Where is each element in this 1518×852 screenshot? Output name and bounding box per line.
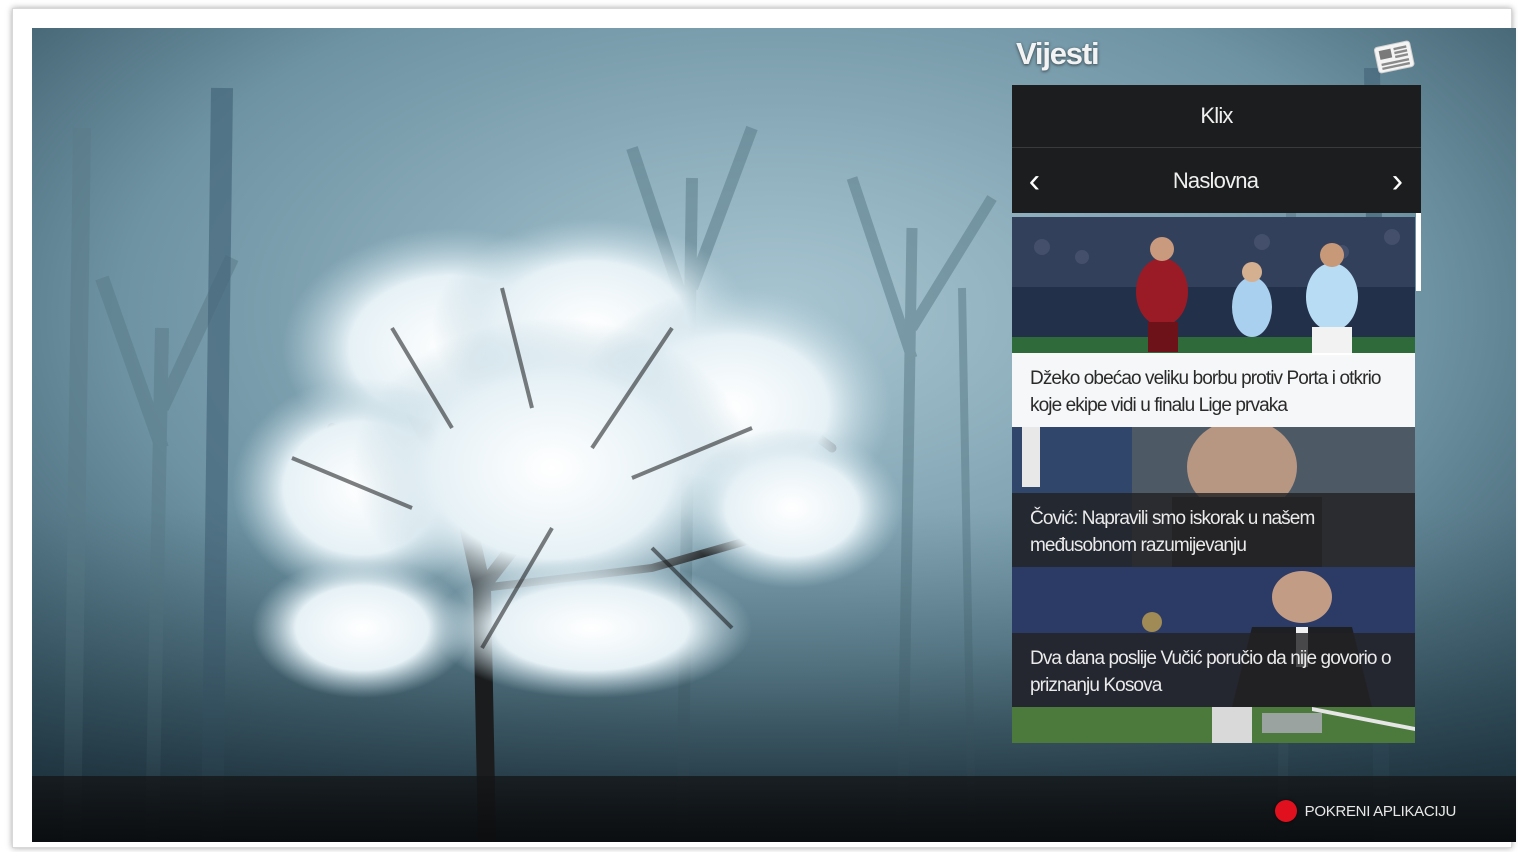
article-item[interactable]: Dva dana poslije Vučić poručio da nije g… [1012,567,1415,707]
red-button-icon [1274,800,1297,822]
scrollbar[interactable] [1416,213,1421,291]
launch-app-label: POKRENI APLIKACIJU [1304,802,1457,820]
source-selector[interactable]: Klix [1012,85,1421,148]
category-selector: ‹ Naslovna › [1012,148,1421,213]
article-list: Džeko obećao veliku borbu protiv Porta i… [1012,213,1421,743]
newspaper-icon [1370,36,1418,76]
widget-title: Vijesti [1016,36,1100,71]
news-panel: Klix ‹ Naslovna › Džeko obećao veliku bo… [1012,85,1421,747]
article-headline: Džeko obećao veliku borbu protiv Porta i… [1012,353,1415,427]
launch-app-button[interactable]: POKRENI APLIKACIJU [1274,800,1457,822]
chevron-left-icon[interactable]: ‹ [1020,164,1048,198]
category-label: Naslovna [1172,167,1259,193]
article-thumbnail [1012,707,1415,743]
article-item[interactable]: Čović: Napravili smo iskorak u našem međ… [1012,427,1415,567]
article-headline: Dva dana poslije Vučić poručio da nije g… [1012,633,1415,707]
article-item[interactable] [1012,707,1415,743]
source-label: Klix [1200,103,1233,128]
bottom-bar: POKRENI APLIKACIJU [32,776,1516,842]
chevron-right-icon[interactable]: › [1383,164,1411,198]
article-item[interactable]: Džeko obećao veliku borbu protiv Porta i… [1012,217,1415,427]
article-headline: Čović: Napravili smo iskorak u našem međ… [1012,493,1415,567]
